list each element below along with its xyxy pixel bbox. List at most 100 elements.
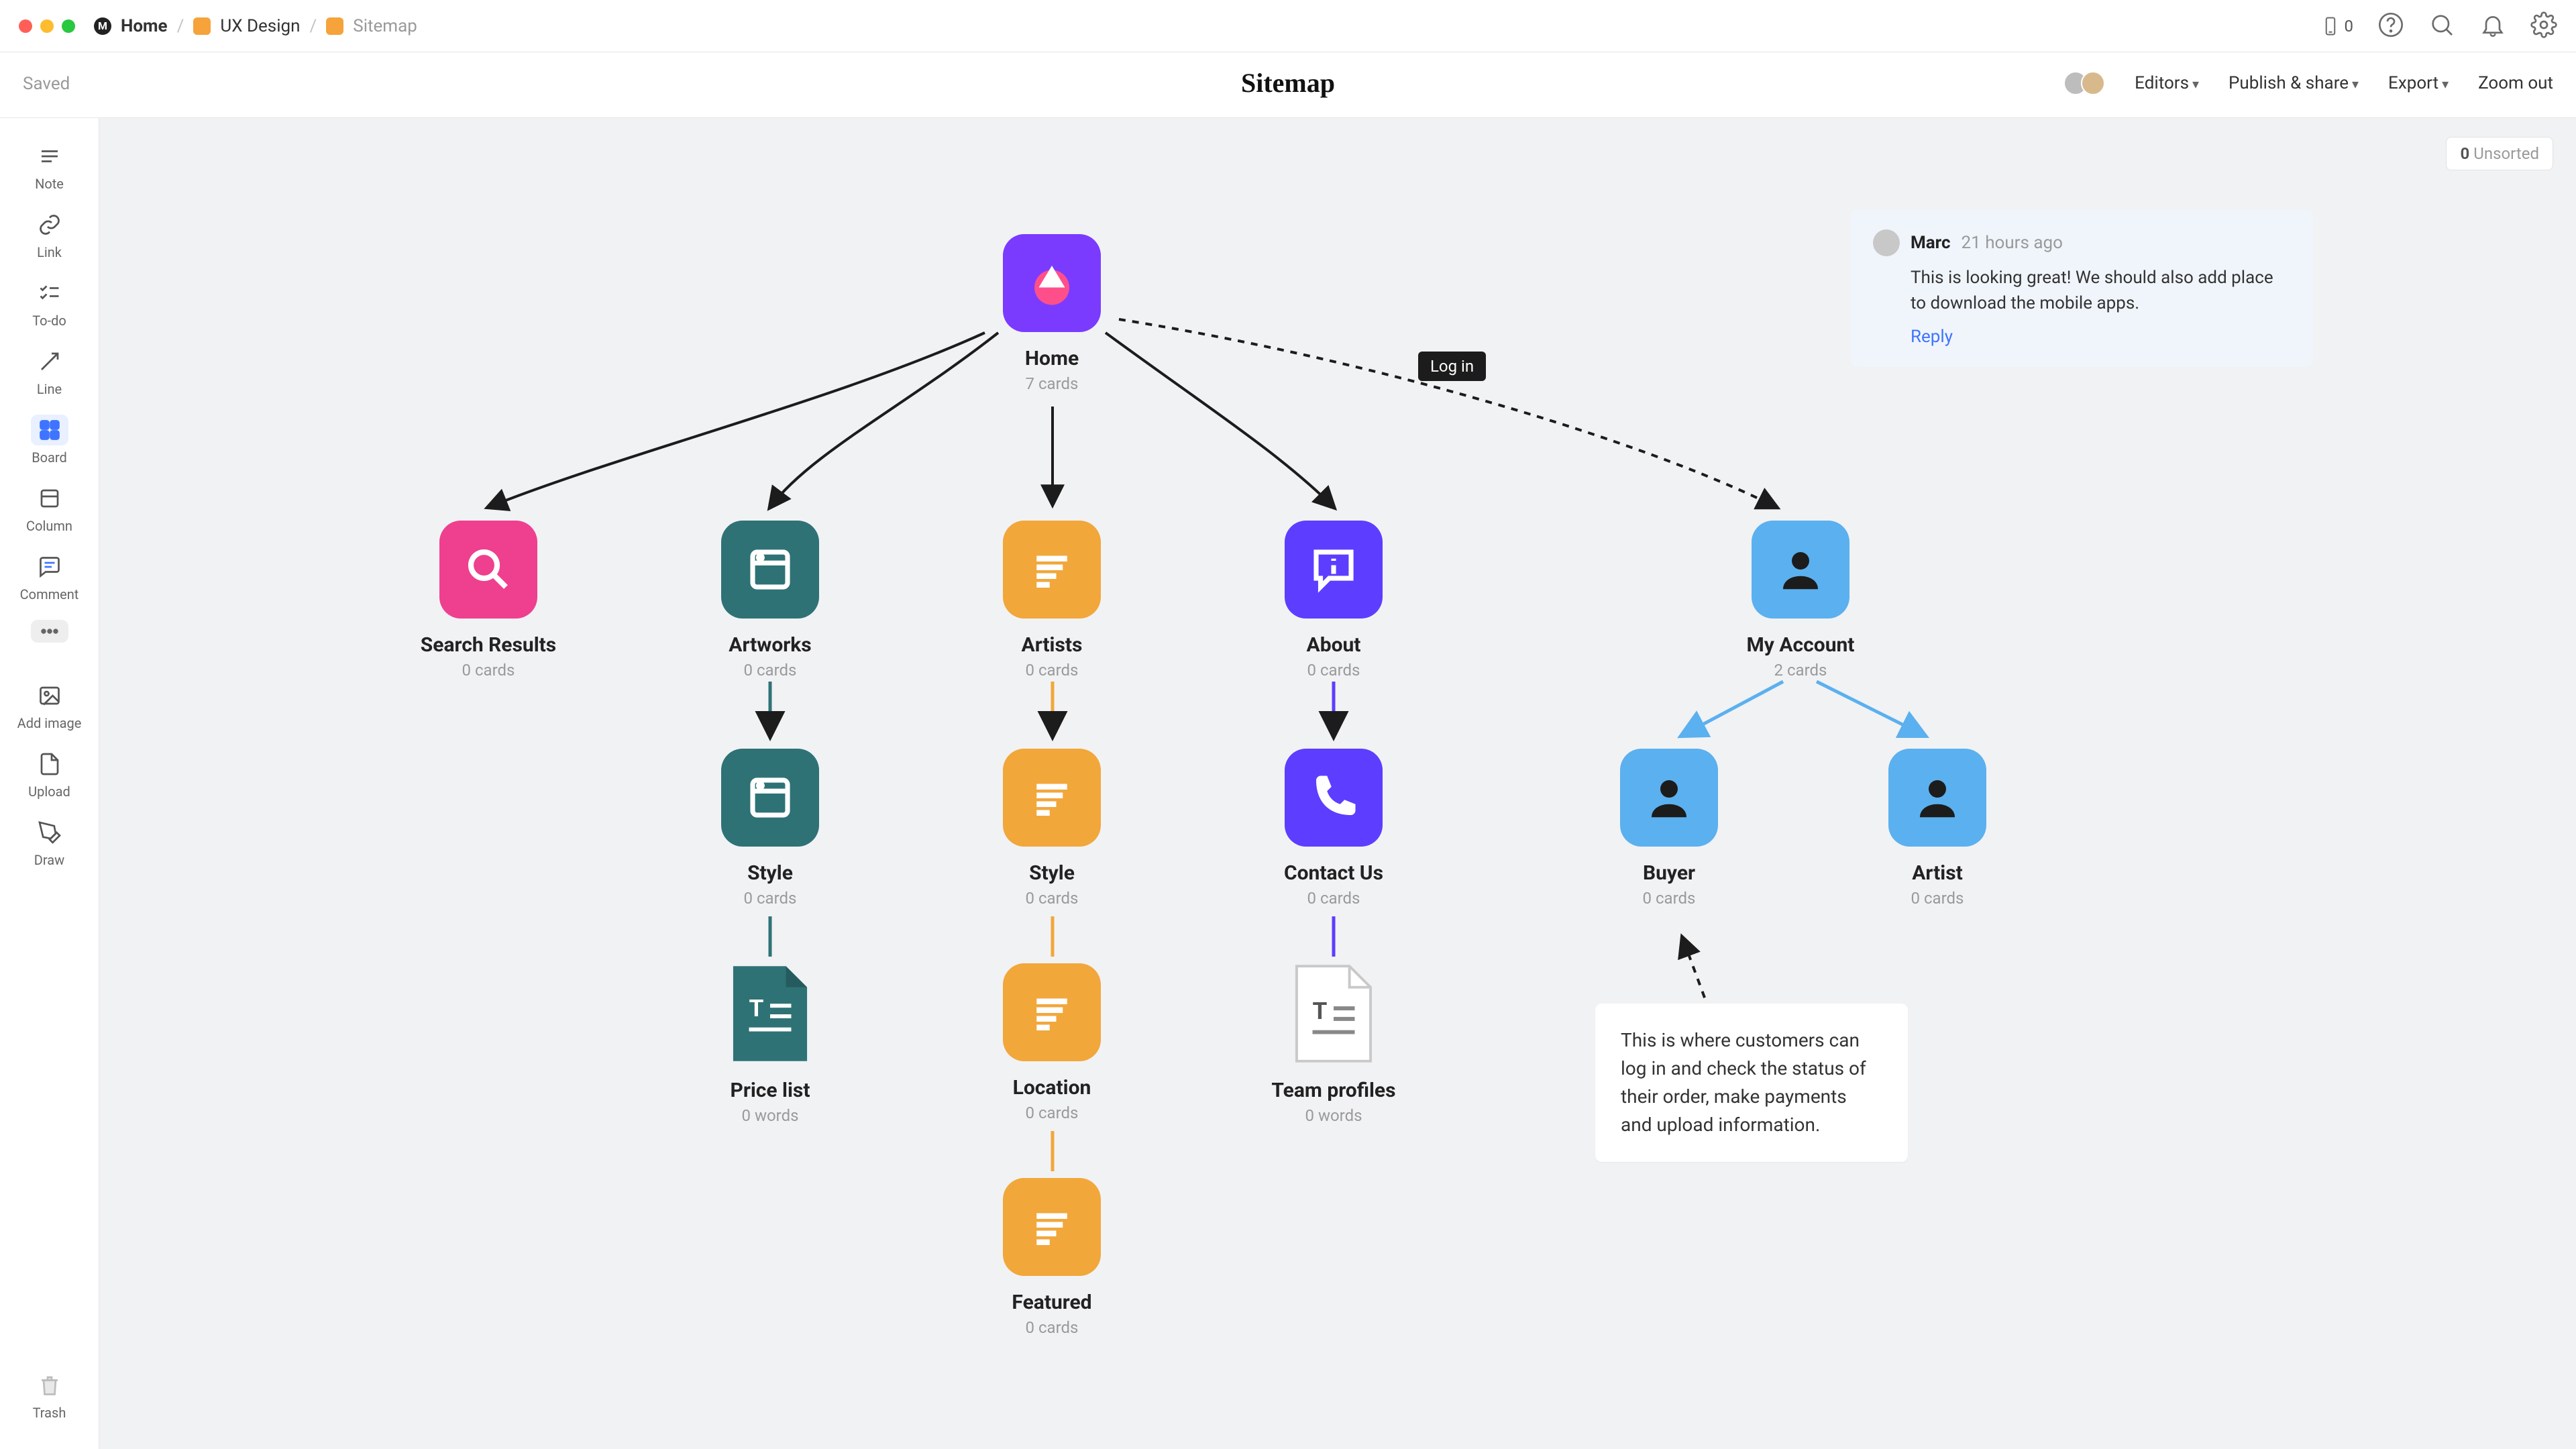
node-title: Style [965,861,1139,885]
node-subtitle: 0 cards [683,661,857,680]
folder-icon [193,17,211,35]
unsorted-label: Unsorted [2473,144,2539,163]
tool-label: Comment [20,586,79,602]
breadcrumb-home[interactable]: Home [121,16,168,36]
node-subtitle: 0 cards [965,889,1139,908]
node-subtitle: 0 cards [965,1104,1139,1122]
tool-draw[interactable]: Draw [0,810,99,877]
editors-dropdown[interactable]: Editors [2135,73,2199,93]
node-price-list[interactable]: T Price list 0 words [683,963,857,1125]
tool-comment[interactable]: Comment [0,545,99,612]
node-title: Artworks [683,633,857,657]
document-icon: T [731,963,810,1064]
node-title: Team profiles [1246,1079,1421,1102]
node-title: My Account [1713,633,1888,657]
node-search-results[interactable]: Search Results 0 cards [401,521,576,680]
publish-dropdown[interactable]: Publish & share [2229,73,2359,93]
header: Saved Sitemap Editors Publish & share Ex… [0,52,2576,118]
node-subtitle: 2 cards [1713,661,1888,680]
node-title: Featured [965,1291,1139,1314]
node-contact-us[interactable]: Contact Us 0 cards [1246,749,1421,908]
tool-todo[interactable]: To-do [0,271,99,338]
search-icon[interactable] [2428,11,2455,41]
user-icon [1620,749,1718,847]
close-window-icon[interactable] [19,19,32,33]
node-title: Artists [965,633,1139,657]
text-lines-icon [1003,963,1101,1061]
search-icon [439,521,537,619]
breadcrumb: M Home / UX Design / Sitemap [94,16,417,36]
node-artists[interactable]: Artists 0 cards [965,521,1139,680]
mobile-count[interactable]: 0 [2320,16,2354,36]
minimize-window-icon[interactable] [40,19,54,33]
gear-icon[interactable] [2530,11,2557,41]
note-box[interactable]: This is where customers can log in and c… [1595,1004,1908,1162]
zoom-out-button[interactable]: Zoom out [2478,73,2553,93]
tool-column[interactable]: Column [0,476,99,543]
export-dropdown[interactable]: Export [2388,73,2449,93]
tool-board[interactable]: Board [0,408,99,475]
save-status: Saved [23,74,70,94]
phone-icon [1285,749,1383,847]
unsorted-count: 0 [2460,144,2469,163]
reply-button[interactable]: Reply [1873,327,2290,347]
tool-trash[interactable]: Trash [0,1363,99,1430]
mobile-count-value: 0 [2345,17,2354,36]
window-controls [19,19,75,33]
maximize-window-icon[interactable] [62,19,75,33]
user-icon [1888,749,1986,847]
node-style-a[interactable]: Style 0 cards [683,749,857,908]
tool-more[interactable] [0,613,99,652]
tool-line[interactable]: Line [0,339,99,407]
breadcrumb-sitemap[interactable]: Sitemap [353,16,417,36]
tool-label: To-do [32,313,66,329]
text-lines-icon [1003,749,1101,847]
app-logo-icon[interactable]: M [94,17,111,35]
info-chat-icon [1285,521,1383,619]
comment-body: This is looking great! We should also ad… [1873,266,2290,316]
folder-icon [326,17,343,35]
bell-icon[interactable] [2479,11,2506,41]
canvas[interactable]: 0Unsorted Home 7 cards [99,118,2576,1449]
node-subtitle: 7 cards [965,374,1139,393]
home-icon [1003,234,1101,332]
login-tag[interactable]: Log in [1418,352,1486,381]
node-about[interactable]: About 0 cards [1246,521,1421,680]
window-icon [721,521,819,619]
tool-note[interactable]: Note [0,134,99,201]
node-title: Style [683,861,857,885]
node-title: Price list [683,1079,857,1102]
node-subtitle: 0 cards [401,661,576,680]
tool-label: Trash [33,1405,66,1421]
node-artist[interactable]: Artist 0 cards [1850,749,2025,908]
tool-label: Note [35,176,64,192]
tool-label: Draw [34,852,64,868]
tool-upload[interactable]: Upload [0,742,99,809]
editors-avatars[interactable] [2070,71,2105,95]
comment-box[interactable]: Marc 21 hours ago This is looking great!… [1850,209,2313,367]
node-title: Contact Us [1246,861,1421,885]
titlebar: M Home / UX Design / Sitemap 0 [0,0,2576,52]
tool-add-image[interactable]: Add image [0,674,99,741]
tool-link[interactable]: Link [0,203,99,270]
node-my-account[interactable]: My Account 2 cards [1713,521,1888,680]
comment-time: 21 hours ago [1962,233,2063,253]
node-style-b[interactable]: Style 0 cards [965,749,1139,908]
node-location[interactable]: Location 0 cards [965,963,1139,1122]
node-buyer[interactable]: Buyer 0 cards [1582,749,1756,908]
svg-text:T: T [1313,997,1328,1025]
tool-label: Line [37,381,62,397]
toolbar: Note Link To-do Line Board Column Commen… [0,118,99,1449]
tool-label: Upload [28,784,70,800]
help-icon[interactable] [2377,11,2404,41]
page-title[interactable]: Sitemap [1241,67,1335,99]
node-team-profiles[interactable]: T Team profiles 0 words [1246,963,1421,1125]
node-subtitle: 0 words [1246,1106,1421,1125]
unsorted-pill[interactable]: 0Unsorted [2446,137,2553,170]
node-featured[interactable]: Featured 0 cards [965,1178,1139,1337]
node-artworks[interactable]: Artworks 0 cards [683,521,857,680]
node-subtitle: 0 cards [1582,889,1756,908]
breadcrumb-ux[interactable]: UX Design [220,16,300,36]
node-home[interactable]: Home 7 cards [965,234,1139,393]
tool-label: Column [26,518,72,534]
